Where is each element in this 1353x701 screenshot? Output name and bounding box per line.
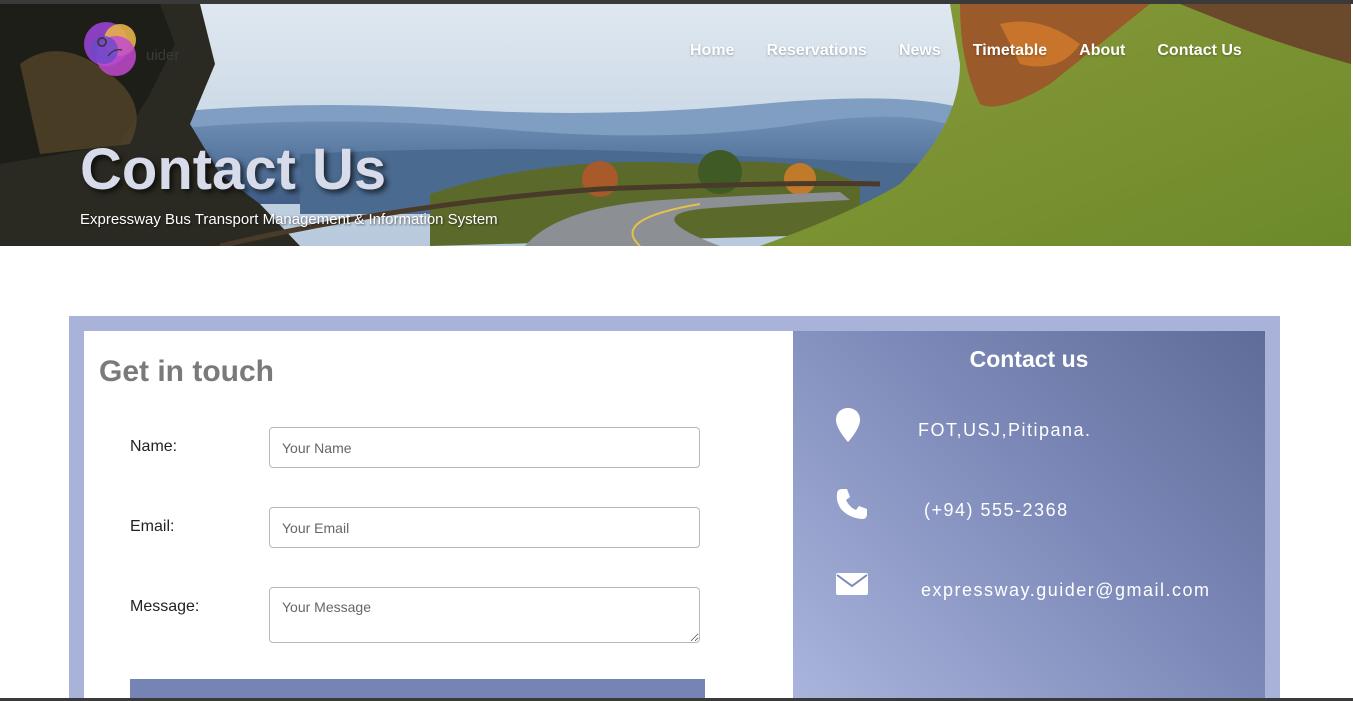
- map-pin-icon: [836, 408, 860, 442]
- logo-icon: [84, 22, 136, 76]
- logo-text: uider: [146, 47, 180, 64]
- contact-phone: (+94) 555-2368: [924, 500, 1069, 520]
- message-input[interactable]: [269, 587, 700, 643]
- page-title: Contact Us: [80, 137, 387, 202]
- nav-timetable[interactable]: Timetable: [973, 42, 1047, 60]
- form-title: Get in touch: [99, 355, 274, 388]
- envelope-icon: [836, 573, 868, 595]
- nav-contact-us[interactable]: Contact Us: [1157, 42, 1241, 60]
- name-label: Name:: [130, 438, 178, 455]
- page-subtitle: Expressway Bus Transport Management & In…: [80, 211, 498, 228]
- hero-banner: uider Home Reservations News Timetable A…: [0, 4, 1351, 246]
- email-label: Email:: [130, 518, 175, 535]
- nav-reservations[interactable]: Reservations: [766, 42, 867, 60]
- name-input[interactable]: [269, 427, 700, 468]
- phone-icon: [836, 489, 867, 519]
- contact-email[interactable]: expressway.guider@gmail.com: [921, 580, 1211, 601]
- message-label: Message:: [130, 598, 200, 615]
- email-input[interactable]: [269, 507, 700, 548]
- main-nav: Home Reservations News Timetable About C…: [690, 42, 1242, 60]
- contact-info-title: Contact us: [969, 346, 1089, 372]
- nav-news[interactable]: News: [899, 42, 941, 60]
- contact-address: FOT,USJ,Pitipana.: [918, 420, 1092, 440]
- nav-about[interactable]: About: [1079, 42, 1125, 60]
- nav-home[interactable]: Home: [690, 42, 734, 60]
